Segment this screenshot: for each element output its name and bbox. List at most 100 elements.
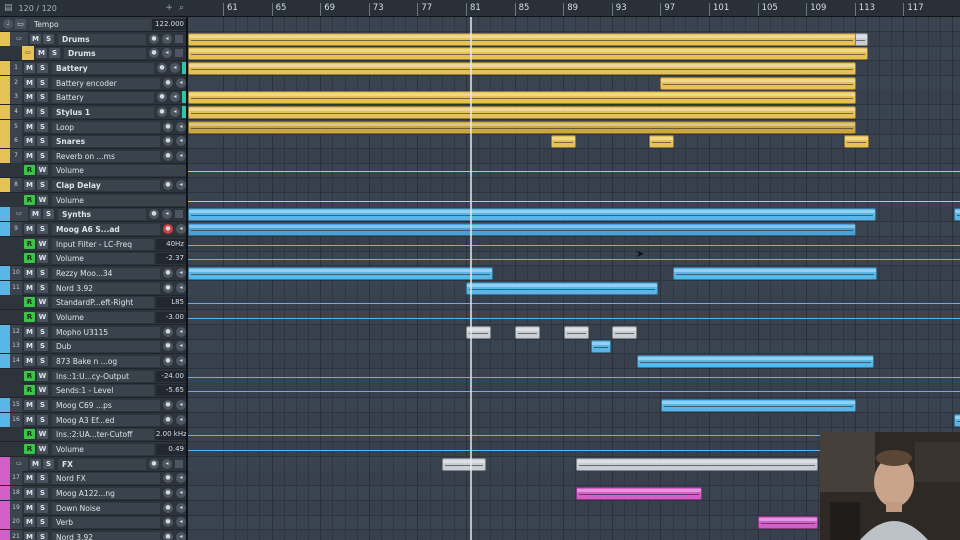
clip[interactable] xyxy=(564,326,589,339)
ruler-bar-77[interactable]: 77 xyxy=(417,3,432,16)
monitor-icon[interactable]: ◂ xyxy=(176,356,186,366)
track-row-3[interactable]: 1 M S Battery ● ◂ xyxy=(0,61,186,76)
track-row-30[interactable]: ▭ M S FX ● ◂ xyxy=(0,457,186,472)
clip[interactable] xyxy=(466,282,658,295)
record-icon[interactable]: ● xyxy=(163,415,173,425)
record-icon[interactable]: ● xyxy=(163,136,173,146)
track-name[interactable]: Battery xyxy=(52,62,154,74)
monitor-icon[interactable]: ◂ xyxy=(176,532,186,540)
track-row-2[interactable]: ▭ M S Drums ● ◂ xyxy=(0,46,186,61)
ruler-bar-85[interactable]: 85 xyxy=(514,3,529,16)
metronome-icon[interactable]: ♩ xyxy=(3,19,13,29)
track-name[interactable]: Sends:1 - Level xyxy=(52,384,154,396)
solo-icon[interactable]: S xyxy=(37,224,48,234)
mute-icon[interactable]: M xyxy=(24,503,35,513)
record-icon[interactable]: ● xyxy=(149,459,159,469)
mute-icon[interactable]: M xyxy=(30,34,41,44)
clip[interactable] xyxy=(551,135,576,148)
track-name[interactable]: Synths xyxy=(58,208,146,220)
monitor-icon[interactable]: ◂ xyxy=(176,488,186,498)
monitor-icon[interactable]: ◂ xyxy=(176,400,186,410)
track-name[interactable]: Input Filter - LC-Freq xyxy=(52,238,154,250)
record-icon[interactable]: ● xyxy=(163,78,173,88)
record-icon[interactable]: ● xyxy=(163,341,173,351)
solo-icon[interactable]: S xyxy=(43,34,54,44)
record-icon[interactable]: ● xyxy=(163,473,173,483)
add-track-icon[interactable]: + xyxy=(165,3,173,13)
track-row-23[interactable]: 14 M S 873 Bake n ...og ● ◂ xyxy=(0,354,186,369)
parameter-value[interactable]: L85 xyxy=(156,296,186,308)
read-icon[interactable]: R xyxy=(24,429,35,439)
mute-icon[interactable]: M xyxy=(24,92,35,102)
clip[interactable] xyxy=(954,414,960,427)
track-name[interactable]: Moog A3 Ef...ed xyxy=(52,414,160,426)
track-lane-9[interactable] xyxy=(188,149,960,164)
parameter-value[interactable]: -24.00 xyxy=(156,370,186,382)
clip[interactable] xyxy=(660,77,856,90)
playhead-cursor[interactable] xyxy=(470,17,472,540)
timeline-ruler[interactable]: 61 65 69 73 77 81 85 89 93 97 101 105 109 113 117 xyxy=(188,0,960,17)
ruler-bar-69[interactable]: 69 xyxy=(320,3,335,16)
track-row-14[interactable]: 9 M S Moog A6 S...ad ● ◂ xyxy=(0,222,186,237)
mute-icon[interactable]: M xyxy=(24,488,35,498)
track-row-0[interactable]: ♩ ▭ Tempo 122.000 xyxy=(0,17,186,32)
track-name[interactable]: Verb xyxy=(52,516,160,528)
track-row-24[interactable]: R W Ins.:1:U...cy-Output -24.00 xyxy=(0,369,186,384)
ruler-bar-81[interactable]: 81 xyxy=(466,3,481,16)
mute-icon[interactable]: M xyxy=(24,517,35,527)
record-icon[interactable]: ● xyxy=(163,503,173,513)
clip[interactable] xyxy=(188,223,856,236)
monitor-icon[interactable]: ◂ xyxy=(162,48,172,58)
automation-line[interactable] xyxy=(188,318,960,319)
read-icon[interactable]: R xyxy=(24,444,35,454)
track-row-19[interactable]: R W StandardP...eft-Right L85 xyxy=(0,295,186,310)
solo-icon[interactable]: S xyxy=(37,136,48,146)
track-name[interactable]: Stylus 1 xyxy=(52,106,154,118)
folder-icon[interactable]: ▭ xyxy=(10,457,28,471)
solo-icon[interactable]: S xyxy=(37,151,48,161)
track-row-10[interactable]: R W Volume xyxy=(0,163,186,178)
solo-icon[interactable]: S xyxy=(37,268,48,278)
read-icon[interactable]: R xyxy=(24,253,35,263)
solo-icon[interactable]: S xyxy=(37,283,48,293)
write-icon[interactable]: W xyxy=(37,371,48,381)
solo-icon[interactable]: S xyxy=(37,341,48,351)
record-icon[interactable]: ● xyxy=(163,400,173,410)
mute-icon[interactable]: M xyxy=(30,209,41,219)
track-name[interactable]: FX xyxy=(58,458,146,470)
clip[interactable] xyxy=(576,458,818,471)
track-name[interactable]: Down Noise xyxy=(52,502,160,514)
clip[interactable] xyxy=(188,208,876,221)
read-icon[interactable]: R xyxy=(24,195,35,205)
automation-line[interactable] xyxy=(188,377,960,378)
edit-icon[interactable] xyxy=(175,460,183,468)
mute-icon[interactable]: M xyxy=(24,78,35,88)
mute-icon[interactable]: M xyxy=(24,151,35,161)
track-name[interactable]: Nord 3.92 xyxy=(52,282,160,294)
solo-icon[interactable]: S xyxy=(37,356,48,366)
mute-icon[interactable]: M xyxy=(24,473,35,483)
track-name[interactable]: Snares xyxy=(52,135,160,147)
track-name[interactable]: Battery xyxy=(52,91,154,103)
monitor-icon[interactable]: ◂ xyxy=(176,136,186,146)
record-icon[interactable]: ● xyxy=(157,92,167,102)
mute-icon[interactable]: M xyxy=(24,532,35,540)
ruler-bar-65[interactable]: 65 xyxy=(271,3,286,16)
monitor-icon[interactable]: ◂ xyxy=(176,327,186,337)
track-name[interactable]: Battery encoder xyxy=(52,77,160,89)
automation-line[interactable] xyxy=(188,303,960,304)
write-icon[interactable]: W xyxy=(37,297,48,307)
track-row-8[interactable]: 6 M S Snares ● ◂ xyxy=(0,134,186,149)
parameter-value[interactable]: 2.00 kHz xyxy=(156,428,186,440)
monitor-icon[interactable]: ◂ xyxy=(162,459,172,469)
clip[interactable] xyxy=(612,326,637,339)
track-row-29[interactable]: R W Volume 0.49 xyxy=(0,442,186,457)
track-list-icon[interactable]: ▤ xyxy=(4,3,13,13)
record-icon[interactable]: ● xyxy=(149,209,159,219)
monitor-icon[interactable]: ◂ xyxy=(176,268,186,278)
record-icon[interactable]: ● xyxy=(157,107,167,117)
mute-icon[interactable]: M xyxy=(36,48,47,58)
mute-icon[interactable]: M xyxy=(24,327,35,337)
monitor-icon[interactable]: ◂ xyxy=(170,107,180,117)
track-row-20[interactable]: R W Volume -3.00 xyxy=(0,310,186,325)
